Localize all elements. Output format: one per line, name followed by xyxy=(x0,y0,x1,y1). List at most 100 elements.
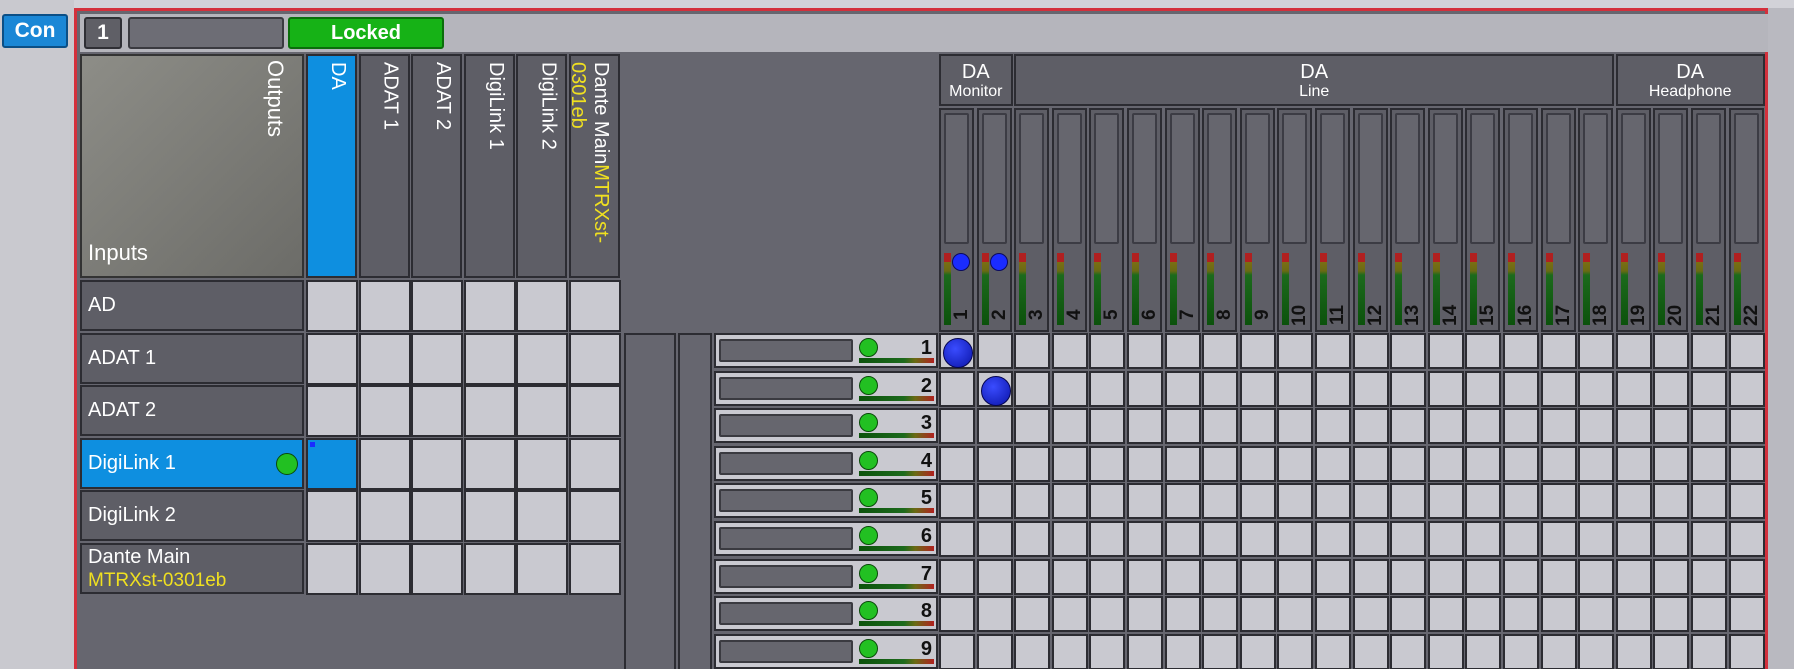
matrix-crosspoint-cell[interactable] xyxy=(1277,596,1314,633)
source-name-field[interactable] xyxy=(719,602,853,626)
matrix-crosspoint-cell[interactable] xyxy=(1578,408,1615,445)
router-crosspoint-cell[interactable] xyxy=(358,490,411,543)
matrix-crosspoint-cell[interactable] xyxy=(976,558,1013,595)
matrix-crosspoint-cell[interactable] xyxy=(1691,483,1727,520)
input-header-ad[interactable]: AD xyxy=(80,280,304,331)
input-header-digilink-2[interactable]: DigiLink 2 xyxy=(80,490,304,542)
matrix-crosspoint-cell[interactable] xyxy=(939,370,975,407)
router-crosspoint-cell[interactable] xyxy=(306,437,358,490)
router-crosspoint-cell[interactable] xyxy=(569,437,621,490)
output-header-adat-2[interactable]: ADAT 2 xyxy=(411,54,463,278)
channel-fader[interactable] xyxy=(1320,113,1345,244)
matrix-crosspoint-cell[interactable] xyxy=(976,596,1013,633)
matrix-crosspoint-cell[interactable] xyxy=(976,370,1013,407)
matrix-crosspoint-cell[interactable] xyxy=(1202,370,1239,407)
matrix-crosspoint-cell[interactable] xyxy=(1427,596,1464,633)
matrix-crosspoint-cell[interactable] xyxy=(1352,483,1389,520)
matrix-crosspoint-cell[interactable] xyxy=(1691,521,1727,557)
source-name-field[interactable] xyxy=(719,639,853,663)
matrix-crosspoint-cell[interactable] xyxy=(1315,558,1351,595)
channel-fader[interactable] xyxy=(1696,113,1721,244)
matrix-crosspoint-cell[interactable] xyxy=(976,633,1013,669)
matrix-crosspoint-cell[interactable] xyxy=(1089,521,1126,557)
output-channel-strip[interactable]: 4 xyxy=(1051,108,1087,332)
matrix-crosspoint-cell[interactable] xyxy=(1315,370,1351,407)
router-crosspoint-cell[interactable] xyxy=(569,332,621,385)
matrix-crosspoint-cell[interactable] xyxy=(1465,445,1502,482)
matrix-crosspoint-cell[interactable] xyxy=(1127,408,1163,445)
channel-fader[interactable] xyxy=(1132,113,1157,244)
device-name-field[interactable] xyxy=(128,17,284,49)
channel-fader[interactable] xyxy=(981,113,1007,244)
matrix-crosspoint-cell[interactable] xyxy=(1503,558,1539,595)
matrix-crosspoint-cell[interactable] xyxy=(1277,333,1314,369)
output-channel-strip[interactable]: 15 xyxy=(1465,108,1501,332)
matrix-crosspoint-cell[interactable] xyxy=(1615,408,1652,445)
matrix-crosspoint-cell[interactable] xyxy=(1352,521,1389,557)
matrix-crosspoint-cell[interactable] xyxy=(1127,483,1163,520)
matrix-crosspoint-cell[interactable] xyxy=(1653,521,1690,557)
matrix-crosspoint-cell[interactable] xyxy=(1653,483,1690,520)
matrix-crosspoint-cell[interactable] xyxy=(1465,483,1502,520)
matrix-crosspoint-cell[interactable] xyxy=(1390,558,1427,595)
matrix-crosspoint-cell[interactable] xyxy=(939,596,975,633)
router-crosspoint-cell[interactable] xyxy=(569,543,621,595)
matrix-crosspoint-cell[interactable] xyxy=(1089,483,1126,520)
channel-fader[interactable] xyxy=(1244,113,1270,244)
matrix-crosspoint-cell[interactable] xyxy=(1164,483,1201,520)
lock-status-button[interactable]: Locked xyxy=(288,17,444,49)
matrix-crosspoint-cell[interactable] xyxy=(1465,633,1502,669)
matrix-crosspoint-cell[interactable] xyxy=(939,558,975,595)
output-channel-strip[interactable]: 6 xyxy=(1127,108,1162,332)
matrix-crosspoint-cell[interactable] xyxy=(1540,558,1577,595)
matrix-crosspoint-cell[interactable] xyxy=(1728,483,1765,520)
matrix-crosspoint-cell[interactable] xyxy=(1202,633,1239,669)
router-crosspoint-cell[interactable] xyxy=(569,280,621,332)
output-channel-strip[interactable]: 7 xyxy=(1164,108,1200,332)
router-crosspoint-cell[interactable] xyxy=(463,437,516,490)
matrix-crosspoint-cell[interactable] xyxy=(976,445,1013,482)
matrix-crosspoint-cell[interactable] xyxy=(1691,370,1727,407)
matrix-crosspoint-cell[interactable] xyxy=(1202,483,1239,520)
matrix-crosspoint-cell[interactable] xyxy=(1390,370,1427,407)
matrix-crosspoint-cell[interactable] xyxy=(1691,333,1727,369)
matrix-crosspoint-cell[interactable] xyxy=(1578,558,1615,595)
matrix-crosspoint-cell[interactable] xyxy=(1615,483,1652,520)
matrix-crosspoint-cell[interactable] xyxy=(976,333,1013,369)
matrix-crosspoint-cell[interactable] xyxy=(1615,445,1652,482)
matrix-crosspoint-cell[interactable] xyxy=(1051,445,1088,482)
matrix-crosspoint-cell[interactable] xyxy=(1127,521,1163,557)
router-crosspoint-cell[interactable] xyxy=(306,490,358,543)
matrix-crosspoint-cell[interactable] xyxy=(1578,521,1615,557)
source-name-field[interactable] xyxy=(719,339,853,362)
matrix-crosspoint-cell[interactable] xyxy=(1239,521,1276,557)
matrix-crosspoint-cell[interactable] xyxy=(939,521,975,557)
matrix-crosspoint-cell[interactable] xyxy=(1728,333,1765,369)
channel-fader[interactable] xyxy=(1733,113,1759,244)
matrix-crosspoint-cell[interactable] xyxy=(1540,596,1577,633)
matrix-crosspoint-cell[interactable] xyxy=(1653,333,1690,369)
channel-fader[interactable] xyxy=(1094,113,1120,244)
matrix-crosspoint-cell[interactable] xyxy=(1465,596,1502,633)
router-crosspoint-cell[interactable] xyxy=(569,490,621,543)
output-channel-strip[interactable]: 14 xyxy=(1427,108,1463,332)
matrix-crosspoint-cell[interactable] xyxy=(1089,333,1126,369)
output-channel-strip[interactable]: 2 xyxy=(976,108,1012,332)
output-channel-strip[interactable]: 20 xyxy=(1653,108,1689,332)
matrix-crosspoint-cell[interactable] xyxy=(1578,596,1615,633)
router-crosspoint-cell[interactable] xyxy=(358,437,411,490)
matrix-crosspoint-cell[interactable] xyxy=(1127,558,1163,595)
channel-fader[interactable] xyxy=(1658,113,1684,244)
matrix-crosspoint-cell[interactable] xyxy=(1239,333,1276,369)
router-crosspoint-cell[interactable] xyxy=(411,280,464,332)
matrix-crosspoint-cell[interactable] xyxy=(1390,445,1427,482)
channel-fader[interactable] xyxy=(1470,113,1496,244)
matrix-crosspoint-cell[interactable] xyxy=(1202,445,1239,482)
channel-fader[interactable] xyxy=(944,113,969,244)
output-header-da[interactable]: DA xyxy=(306,54,357,278)
matrix-crosspoint-cell[interactable] xyxy=(1503,370,1539,407)
matrix-crosspoint-cell[interactable] xyxy=(1277,483,1314,520)
matrix-crosspoint-cell[interactable] xyxy=(1051,408,1088,445)
output-channel-strip[interactable]: 22 xyxy=(1728,108,1764,332)
router-crosspoint-cell[interactable] xyxy=(516,490,569,543)
